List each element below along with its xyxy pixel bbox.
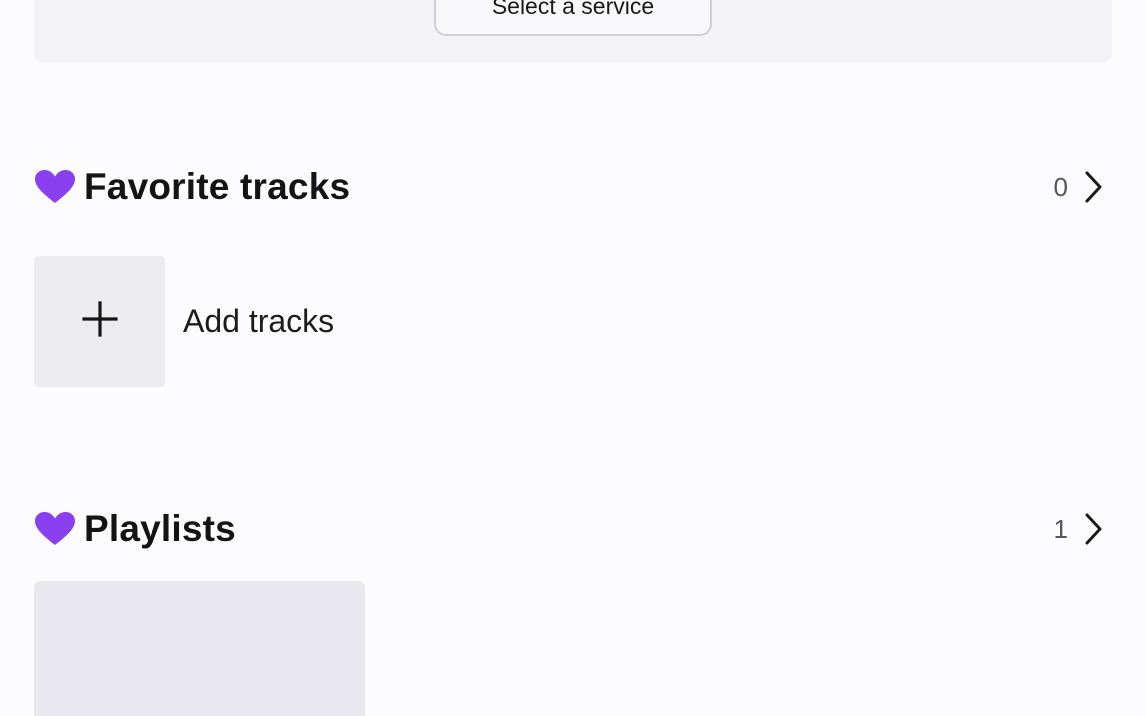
playlists-count: 1 (1053, 513, 1068, 544)
heart-icon (34, 511, 76, 547)
select-service-button[interactable]: Select a service (434, 0, 712, 36)
plus-icon (80, 299, 120, 344)
playlists-title: Playlists (84, 508, 236, 549)
library-page: Select a service Favorite tracks 0 Add t… (0, 0, 1146, 716)
playlist-thumbnail[interactable] (34, 581, 365, 716)
chevron-right-icon (1082, 170, 1104, 204)
add-tracks-label: Add tracks (183, 303, 335, 339)
add-tracks-tile[interactable] (34, 256, 165, 387)
favorite-tracks-see-all[interactable]: 0 (1054, 170, 1104, 204)
playlists-see-all[interactable]: 1 (1054, 512, 1104, 546)
playlists-header: Playlists 1 (34, 504, 1104, 554)
favorite-tracks-title: Favorite tracks (84, 166, 351, 207)
favorite-tracks-count: 0 (1053, 171, 1068, 202)
chevron-right-icon (1082, 512, 1104, 546)
heart-icon (34, 169, 76, 205)
add-tracks-item[interactable]: Add tracks (34, 256, 334, 387)
favorite-tracks-header: Favorite tracks 0 (34, 162, 1104, 212)
